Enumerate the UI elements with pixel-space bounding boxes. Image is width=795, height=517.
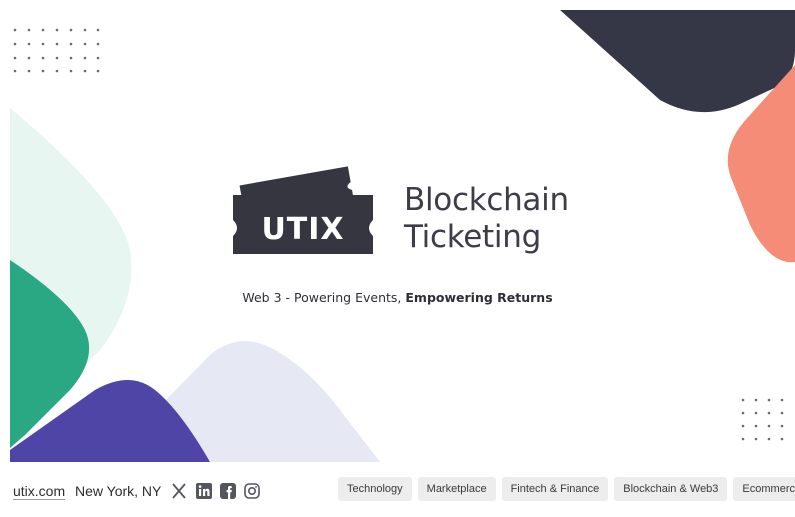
location-text: New York, NY xyxy=(75,483,162,499)
utix-logo: UTIX xyxy=(233,166,373,254)
brand-title: Blockchain Ticketing xyxy=(404,182,569,256)
title-line-1: Blockchain xyxy=(404,182,569,218)
instagram-icon[interactable] xyxy=(243,482,261,500)
title-line-2: Ticketing xyxy=(404,219,541,255)
tagline-regular: Web 3 - Powering Events, xyxy=(242,290,406,305)
hero-banner xyxy=(10,10,795,462)
dot-grid-top-left xyxy=(13,28,100,73)
dot-grid-bottom-right xyxy=(741,398,784,441)
tag-fintech-finance[interactable]: Fintech & Finance xyxy=(501,477,609,501)
footer: utix.com New York, NY Technology Marketp… xyxy=(0,470,795,510)
logo-text: UTIX xyxy=(261,212,344,247)
tag-technology[interactable]: Technology xyxy=(338,477,412,501)
linkedin-icon[interactable] xyxy=(195,482,213,500)
tag-marketplace[interactable]: Marketplace xyxy=(417,477,496,501)
navy-shape xyxy=(560,10,795,113)
tagline-bold: Empowering Returns xyxy=(405,290,553,305)
website-link[interactable]: utix.com xyxy=(13,483,65,499)
tag-blockchain-web3[interactable]: Blockchain & Web3 xyxy=(614,477,728,501)
tag-ecommerce[interactable]: Ecommerce xyxy=(733,477,795,501)
x-icon[interactable] xyxy=(170,482,188,500)
background-shapes xyxy=(10,10,795,462)
tag-list: Technology Marketplace Fintech & Finance… xyxy=(338,477,795,501)
facebook-icon[interactable] xyxy=(219,482,237,500)
tagline: Web 3 - Powering Events, Empowering Retu… xyxy=(0,290,795,305)
